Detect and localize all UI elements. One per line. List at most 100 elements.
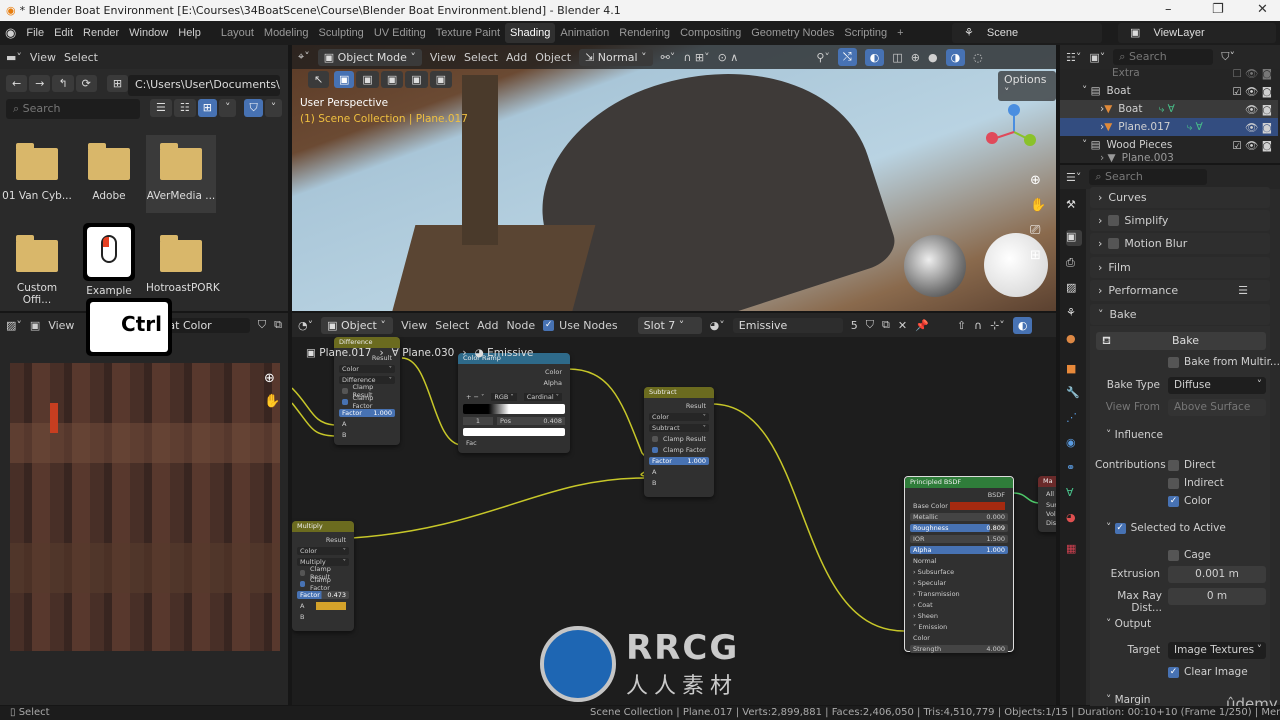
file-item[interactable]: Custom Offi... bbox=[2, 235, 72, 306]
viewport-overlays-icon[interactable]: ◐ bbox=[864, 48, 885, 66]
editor-type-icon[interactable]: ☰˅ bbox=[1066, 171, 1081, 184]
bake-multires-checkbox[interactable]: Bake from Multir... bbox=[1168, 356, 1280, 368]
forward-arrow-icon[interactable]: → bbox=[29, 75, 51, 92]
max-ray-distance-field[interactable]: 0 m bbox=[1168, 588, 1266, 605]
color-ramp-gradient[interactable] bbox=[463, 404, 565, 414]
particles-tab-icon[interactable]: ⋰ bbox=[1066, 411, 1082, 427]
influence-subpanel[interactable]: ˅ Influence bbox=[1106, 429, 1163, 441]
filter-icon[interactable]: ⛉˅ bbox=[1221, 50, 1235, 64]
tab-sculpting[interactable]: Sculpting bbox=[314, 27, 369, 39]
overlay-toggle-icon[interactable]: ⤭ bbox=[837, 48, 857, 66]
outliner-row-extra[interactable]: Extra ☐ 👁 ◙ bbox=[1060, 64, 1278, 82]
panel-simplify[interactable]: › Simplify bbox=[1090, 210, 1270, 231]
clamp-factor-checkbox[interactable]: Clamp Factor bbox=[649, 446, 709, 454]
back-arrow-icon[interactable]: ← bbox=[6, 75, 28, 92]
stop-pos-field[interactable]: Pos 0.408 bbox=[497, 417, 565, 425]
select-subtract-icon[interactable]: ▣ bbox=[380, 71, 404, 88]
camera-icon[interactable]: ⎚ bbox=[1030, 223, 1046, 238]
tab-animation[interactable]: Animation bbox=[555, 27, 614, 39]
selected-to-active-subpanel[interactable]: ˅ ✓ Selected to Active bbox=[1106, 522, 1226, 534]
modifier-tab-icon[interactable]: 🔧 bbox=[1066, 386, 1082, 402]
panel-coat[interactable]: › Coat bbox=[910, 601, 1008, 609]
image-selector[interactable]: at Color bbox=[162, 317, 250, 333]
outliner-row-wood-pieces[interactable]: ˅ ▤ Wood Pieces ☑ 👁 ◙ bbox=[1060, 136, 1278, 154]
tab-compositing[interactable]: Compositing bbox=[675, 27, 746, 39]
add-stop-icon[interactable]: + − ˅ bbox=[466, 393, 484, 401]
node-multiply[interactable]: Multiply Result Color ˅ Multiply ˅ Clamp R… bbox=[292, 521, 354, 631]
outliner-row-boat-collection[interactable]: ˅ ▤ Boat ☑ 👁 ◙ bbox=[1060, 82, 1278, 100]
outliner-search-input[interactable]: ⌕ Search bbox=[1113, 49, 1214, 65]
physics-tab-icon[interactable]: ◉ bbox=[1066, 436, 1082, 452]
roughness-field[interactable]: Roughness 0.809 bbox=[910, 524, 1008, 532]
panel-transmission[interactable]: › Transmission bbox=[910, 590, 1008, 598]
select-extend-icon[interactable]: ▣ bbox=[356, 71, 379, 88]
editor-type-icon[interactable]: ▨˅ bbox=[6, 319, 22, 332]
fake-user-icon[interactable]: ⛉ bbox=[258, 318, 266, 332]
motion-blur-checkbox[interactable] bbox=[1108, 238, 1120, 249]
file-item[interactable]: Adobe bbox=[74, 143, 144, 202]
filter-icon[interactable]: ⛉ bbox=[244, 99, 263, 117]
menu-select[interactable]: Select bbox=[464, 51, 498, 64]
menu-view[interactable]: View bbox=[430, 51, 456, 64]
base-color-swatch[interactable] bbox=[950, 502, 1005, 510]
panel-emission[interactable]: ˅ Emission bbox=[910, 623, 1008, 631]
tab-layout[interactable]: Layout bbox=[216, 27, 259, 39]
shading-material-icon[interactable]: ◑ bbox=[945, 48, 966, 66]
data-tab-icon[interactable]: ∀ bbox=[1066, 486, 1082, 502]
horizontal-list-icon[interactable]: ☷ bbox=[173, 99, 196, 117]
pan-hand-icon[interactable]: ✋ bbox=[264, 394, 280, 409]
factor-field[interactable]: Factor 1.000 bbox=[649, 457, 709, 465]
node-principled-bsdf[interactable]: Principled BSDF BSDF Base Color Metallic… bbox=[904, 476, 1014, 653]
clear-image-checkbox[interactable]: ✓ Clear Image bbox=[1168, 666, 1248, 678]
menu-edit[interactable]: Edit bbox=[49, 27, 78, 39]
refresh-icon[interactable]: ⟳ bbox=[75, 75, 97, 92]
duplicate-image-icon[interactable]: ⧉ bbox=[274, 318, 282, 332]
gizmo-icon[interactable]: ⚲˅ bbox=[816, 51, 830, 64]
object-mode-dropdown[interactable]: ▣ Object Mode ˅ bbox=[317, 48, 422, 66]
panel-motion-blur[interactable]: › Motion Blur bbox=[1090, 233, 1270, 254]
parent-dir-icon[interactable]: ↰ bbox=[52, 75, 74, 92]
panel-subsurface[interactable]: › Subsurface bbox=[910, 568, 1008, 576]
scene-selector[interactable]: ⚘ Scene bbox=[952, 23, 1102, 43]
panel-performance[interactable]: › Performance ☰ bbox=[1090, 280, 1270, 301]
chevron-down-icon[interactable]: ˅ bbox=[218, 99, 237, 117]
target-dropdown[interactable]: Image Textures ˅ bbox=[1168, 642, 1266, 659]
3d-viewport[interactable]: ⌖˅ ▣ Object Mode ˅ View Select Add Objec… bbox=[292, 45, 1056, 311]
select-intersect-icon[interactable]: ▣ bbox=[429, 71, 453, 88]
close-button[interactable]: ✕ bbox=[1257, 2, 1268, 17]
breadcrumb-object[interactable]: ▣ Plane.017 bbox=[306, 347, 371, 359]
options-dropdown[interactable]: Options ˅ bbox=[998, 71, 1056, 101]
shading-solid-icon[interactable]: ● bbox=[928, 51, 938, 64]
breadcrumb-mesh[interactable]: ∀ Plane.030 bbox=[392, 347, 455, 359]
panel-bake[interactable]: ˅ Bake bbox=[1090, 304, 1270, 325]
file-search-input[interactable]: ⌕ Search bbox=[6, 99, 140, 119]
interpolation-dropdown[interactable]: Cardinal ˅ bbox=[523, 393, 562, 401]
panel-specular[interactable]: › Specular bbox=[910, 579, 1008, 587]
outliner-row-plane017[interactable]: › ▼ Plane.017 ⤷ ∀ 👁 ◙ bbox=[1060, 118, 1278, 136]
render-tab-icon[interactable]: ▣ bbox=[1066, 230, 1082, 246]
proportional-edit-icon[interactable]: ⊙ ∧ bbox=[718, 51, 739, 64]
select-invert-icon[interactable]: ▣ bbox=[405, 71, 428, 88]
outliner-row-boat-object[interactable]: › ▼ Boat ⤷ ∀ 👁 ◙ bbox=[1060, 100, 1278, 118]
thumbnails-icon[interactable]: ⊞ bbox=[197, 99, 217, 117]
clamp-factor-checkbox[interactable]: Clamp Factor bbox=[339, 394, 395, 410]
minimize-button[interactable]: – bbox=[1165, 2, 1172, 17]
scene-tab-icon[interactable]: ⚘ bbox=[1066, 306, 1082, 322]
menu-add[interactable]: Add bbox=[506, 51, 527, 64]
display-mode-icon[interactable]: ☷˅ bbox=[1066, 51, 1081, 64]
blender-menu-icon[interactable]: ◉ bbox=[0, 25, 21, 41]
extrusion-field[interactable]: 0.001 m bbox=[1168, 566, 1266, 583]
node-subtract[interactable]: Subtract Result Color ˅ Subtract ˅ Clamp R… bbox=[644, 387, 714, 497]
tab-uv-editing[interactable]: UV Editing bbox=[369, 27, 431, 39]
indirect-checkbox[interactable]: Indirect bbox=[1168, 477, 1224, 489]
zoom-icon[interactable]: ⊕ bbox=[264, 371, 280, 386]
path-field[interactable]: C:\Users\User\Documents\ bbox=[128, 75, 280, 96]
clamp-factor-checkbox[interactable]: Clamp Factor bbox=[297, 576, 349, 592]
stop-index-field[interactable]: 1 bbox=[463, 417, 493, 425]
pan-hand-icon[interactable]: ✋ bbox=[1030, 198, 1046, 213]
data-type-dropdown[interactable]: Color ˅ bbox=[649, 413, 709, 421]
view-layer-selector[interactable]: ▣ ViewLayer bbox=[1118, 23, 1276, 43]
direct-checkbox[interactable]: Direct bbox=[1168, 459, 1215, 471]
breadcrumb-material[interactable]: ◕ Emissive bbox=[475, 347, 534, 359]
file-item[interactable]: 01 Van Cyb... bbox=[2, 143, 72, 202]
